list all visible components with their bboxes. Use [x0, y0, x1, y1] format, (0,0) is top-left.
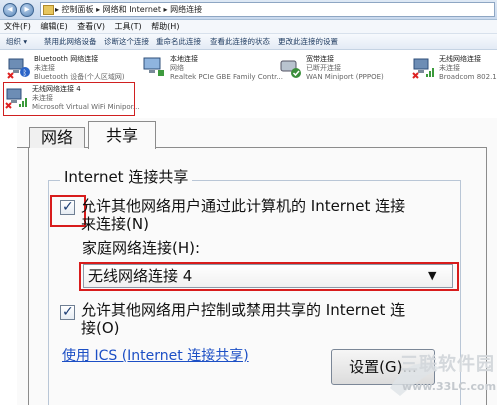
view-status-button[interactable]: 查看此连接的状态 [210, 34, 270, 49]
connection-status: 网络 [170, 64, 184, 72]
connection-bluetooth[interactable]: ᛒ Bluetooth 网络连接 未连接 Bluetooth 设备(个人区域网) [6, 53, 134, 85]
address-path: ▸ 控制面板 ▸ 网络和 Internet ▸ 网络连接 [55, 5, 203, 14]
ics-group-title: Internet 连接共享 [60, 166, 193, 188]
tab-sharing[interactable]: 共享 [88, 121, 156, 149]
svg-text:ᛒ: ᛒ [23, 69, 28, 78]
connection-name: Bluetooth 网络连接 [34, 55, 99, 63]
connection-broadband[interactable]: 宽带连接 已断开连接 WAN Miniport (PPPOE) [278, 53, 396, 85]
rename-button[interactable]: 重命名此连接 [156, 34, 201, 49]
menu-tools[interactable]: 工具(T) [115, 20, 142, 34]
ethernet-network-icon [143, 57, 164, 76]
allow-share-label-line2: 来连接(N) [81, 215, 149, 233]
watermark-url: www.33LC.com [402, 380, 497, 393]
connection-device: WAN Miniport (PPPOE) [306, 73, 384, 81]
wireless-network-icon [5, 88, 27, 109]
organize-button[interactable]: 组织 ▾ [6, 34, 27, 49]
connection-status: 未连接 [34, 64, 55, 72]
connection-status: 未连接 [32, 94, 53, 102]
allow-control-label-line1: 允许其他网络用户控制或禁用共享的 Internet 连 [81, 301, 406, 319]
connection-device: Bluetooth 设备(个人区域网) [34, 73, 125, 81]
connection-status: 未连接 [439, 64, 460, 72]
wireless-network-icon [412, 58, 434, 79]
forward-button[interactable]: ▸ [20, 3, 34, 17]
allow-control-label-line2: 接(O) [81, 319, 120, 337]
connection-name: 本地连接 [170, 55, 198, 63]
highlight-box-dropdown [79, 262, 459, 291]
home-network-label: 家庭网络连接(H): [82, 239, 201, 257]
menu-view[interactable]: 查看(V) [77, 20, 105, 34]
folder-icon [43, 5, 54, 15]
menu-edit[interactable]: 编辑(E) [40, 20, 67, 34]
network-connections-window: ◂ ▸ ▸ 控制面板 ▸ 网络和 Internet ▸ 网络连接 文件(F) 编… [0, 0, 497, 118]
disable-device-button[interactable]: 禁用此网络设备 [44, 34, 97, 49]
connection-local[interactable]: 本地连接 网络 Realtek PCIe GBE Family Contr... [142, 53, 283, 85]
connection-name: 无线网络连接 4 [32, 85, 81, 93]
connection-device: Realtek PCIe GBE Family Contr... [170, 73, 284, 81]
bluetooth-network-icon: ᛒ [7, 58, 30, 79]
allow-share-label-line1: 允许其他网络用户通过此计算机的 Internet 连接 [81, 197, 406, 215]
connection-wireless[interactable]: 无线网络连接 未连接 Broadcom 802.11n [411, 53, 497, 85]
connection-device: Broadcom 802.11n [439, 73, 497, 81]
menu-bar: 文件(F) 编辑(E) 查看(V) 工具(T) 帮助(H) [0, 20, 497, 34]
diagnose-button[interactable]: 诊断这个连接 [104, 34, 149, 49]
broadband-modem-icon [280, 60, 301, 78]
connection-device: Microsoft Virtual WiFi Minipor... [32, 103, 140, 111]
connection-name: 无线网络连接 [439, 55, 481, 63]
tab-network[interactable]: 网络 [29, 127, 85, 148]
back-button[interactable]: ◂ [3, 3, 17, 17]
change-settings-button[interactable]: 更改此连接的设置 [278, 34, 338, 49]
address-bar: ◂ ▸ ▸ 控制面板 ▸ 网络和 Internet ▸ 网络连接 [0, 0, 497, 20]
connection-wireless-4[interactable]: 无线网络连接 4 未连接 Microsoft Virtual WiFi Mini… [3, 82, 140, 116]
back-arrow-icon: ◂ [7, 4, 13, 15]
address-field[interactable]: ▸ 控制面板 ▸ 网络和 Internet ▸ 网络连接 [40, 2, 495, 17]
menu-file[interactable]: 文件(F) [4, 20, 31, 34]
watermark-text: 三联软件园 [400, 354, 495, 375]
command-toolbar: 组织 ▾ 禁用此网络设备 诊断这个连接 重命名此连接 查看此连接的状态 更改此连… [0, 34, 497, 50]
checkmark-icon: ✓ [62, 304, 74, 320]
menu-help[interactable]: 帮助(H) [151, 20, 179, 34]
connection-status: 已断开连接 [306, 64, 341, 72]
ics-help-link[interactable]: 使用 ICS (Internet 连接共享) [62, 346, 249, 366]
allow-control-checkbox[interactable]: ✓ [60, 304, 75, 320]
forward-arrow-icon: ▸ [24, 4, 30, 15]
connection-name: 宽带连接 [306, 55, 334, 63]
